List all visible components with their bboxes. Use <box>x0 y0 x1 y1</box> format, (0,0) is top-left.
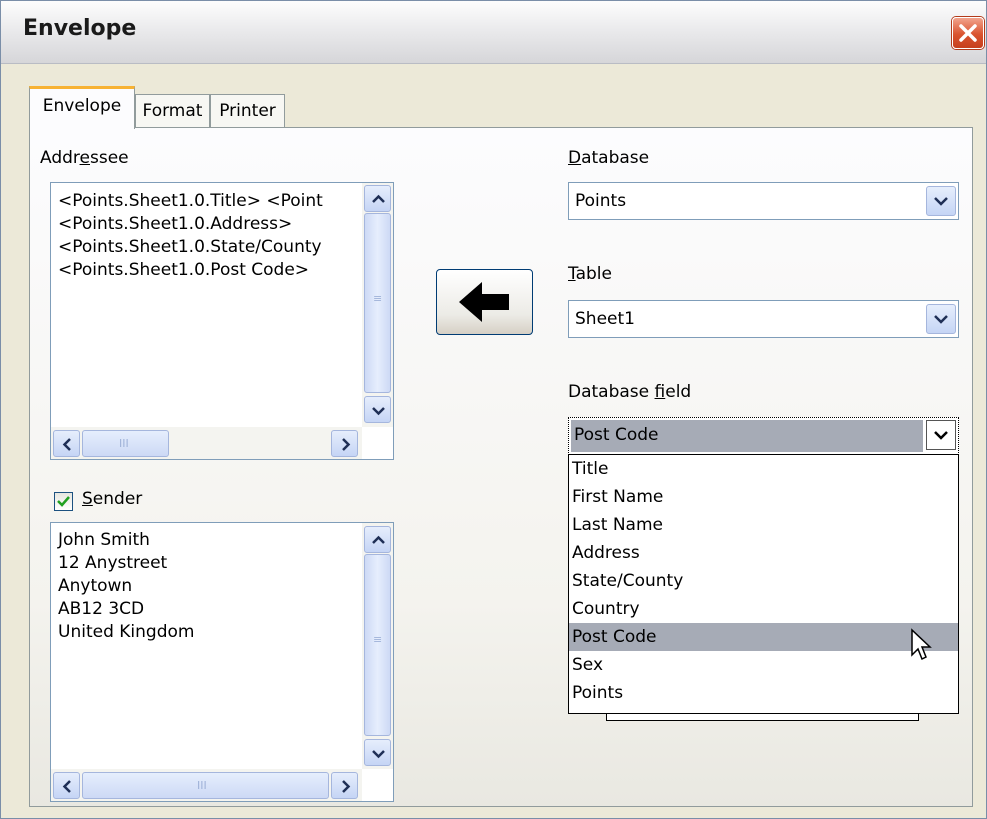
addressee-line: <Points.Sheet1.0.Address> <box>58 214 293 234</box>
dropdown-option-points[interactable]: Points <box>569 679 958 707</box>
chevron-down-icon <box>372 750 385 759</box>
database-select[interactable]: Points <box>568 182 959 220</box>
tab-printer[interactable]: Printer <box>210 94 285 128</box>
addressee-vertical-scrollbar[interactable]: ≡ <box>362 183 393 427</box>
addressee-line: <Points.Sheet1.0.Title> <Point <box>58 191 323 211</box>
dropdown-option-title[interactable]: Title <box>569 455 958 483</box>
scroll-up-button[interactable] <box>364 185 391 212</box>
table-select[interactable]: Sheet1 <box>568 300 959 338</box>
scroll-right-button[interactable] <box>331 772 358 799</box>
addressee-line: <Points.Sheet1.0.Post Code> <box>58 260 310 280</box>
checkmark-icon <box>57 496 70 507</box>
table-dropdown-button[interactable] <box>926 304 956 334</box>
chevron-right-icon <box>342 438 351 451</box>
envelope-tab-panel: Addressee <Points.Sheet1.0.Title> <Point… <box>29 127 973 807</box>
dropdown-option-last-name[interactable]: Last Name <box>569 511 958 539</box>
tab-format[interactable]: Format <box>135 94 210 128</box>
database-field-select[interactable]: Post Code <box>568 417 959 455</box>
sender-line: AB12 3CD <box>58 599 145 619</box>
dropdown-option-sex[interactable]: Sex <box>569 651 958 679</box>
chevron-left-icon <box>62 780 71 793</box>
grip-icon: ≡ <box>373 633 383 646</box>
scroll-thumb[interactable]: ≡ <box>364 554 391 736</box>
database-label: Database <box>568 148 650 168</box>
dropdown-option-post-code[interactable]: Post Code <box>569 623 958 651</box>
sender-vertical-scrollbar[interactable]: ≡ <box>362 523 393 769</box>
chevron-up-icon <box>372 535 385 544</box>
dropdown-option-state-county[interactable]: State/County <box>569 567 958 595</box>
table-label: Table <box>568 264 612 284</box>
database-field-select-value: Post Code <box>574 425 659 445</box>
chevron-down-icon <box>934 315 948 324</box>
close-icon <box>959 24 977 42</box>
database-dropdown-button[interactable] <box>926 186 956 216</box>
chevron-down-icon <box>934 431 948 440</box>
scroll-thumb[interactable]: III <box>82 772 329 799</box>
sender-line: John Smith <box>58 530 150 550</box>
grip-icon: III <box>119 437 129 450</box>
chevron-down-icon <box>934 197 948 206</box>
dropdown-option-first-name[interactable]: First Name <box>569 483 958 511</box>
chevron-up-icon <box>372 194 385 203</box>
scroll-left-button[interactable] <box>53 772 80 799</box>
scroll-up-button[interactable] <box>364 526 391 553</box>
chevron-down-icon <box>372 407 385 416</box>
scroll-left-button[interactable] <box>53 430 80 457</box>
scroll-down-button[interactable] <box>364 396 391 423</box>
window-title: Envelope <box>23 16 137 41</box>
scroll-right-button[interactable] <box>331 430 358 457</box>
database-field-dropdown-button[interactable] <box>926 420 956 450</box>
database-field-label: Database field <box>568 382 692 402</box>
grip-icon: III <box>197 779 207 792</box>
sender-horizontal-scrollbar[interactable]: III <box>51 769 362 801</box>
title-bar: Envelope <box>1 1 986 64</box>
sender-checkbox[interactable] <box>54 492 73 511</box>
database-select-value: Points <box>575 191 627 211</box>
dropdown-option-country[interactable]: Country <box>569 595 958 623</box>
addressee-textbox[interactable]: <Points.Sheet1.0.Title> <Point <Points.S… <box>50 182 394 460</box>
chevron-right-icon <box>342 780 351 793</box>
grip-icon: ≡ <box>373 292 383 305</box>
insert-field-button[interactable] <box>436 269 533 335</box>
chevron-left-icon <box>62 438 71 451</box>
database-field-dropdown-list[interactable]: Title First Name Last Name Address State… <box>568 454 959 714</box>
mouse-pointer-icon <box>911 628 932 661</box>
envelope-dialog: Envelope Envelope Format Printer Address… <box>0 0 987 819</box>
dropdown-option-address[interactable]: Address <box>569 539 958 567</box>
addressee-line: <Points.Sheet1.0.State/County <box>58 237 322 257</box>
sender-line: Anytown <box>58 576 133 596</box>
table-select-value: Sheet1 <box>575 309 635 329</box>
sender-textbox[interactable]: John Smith 12 Anystreet Anytown AB12 3CD… <box>50 522 394 802</box>
tab-envelope[interactable]: Envelope <box>29 86 135 129</box>
scroll-thumb[interactable]: ≡ <box>364 213 391 393</box>
arrow-left-icon <box>459 282 509 322</box>
scroll-thumb[interactable]: III <box>82 430 169 457</box>
sender-line: 12 Anystreet <box>58 553 168 573</box>
sender-label: Sender <box>82 489 143 509</box>
addressee-label: Addressee <box>40 148 129 168</box>
close-button[interactable] <box>952 17 984 49</box>
addressee-horizontal-scrollbar[interactable]: III <box>51 427 362 459</box>
scroll-down-button[interactable] <box>364 739 391 766</box>
sender-line: United Kingdom <box>58 622 195 642</box>
